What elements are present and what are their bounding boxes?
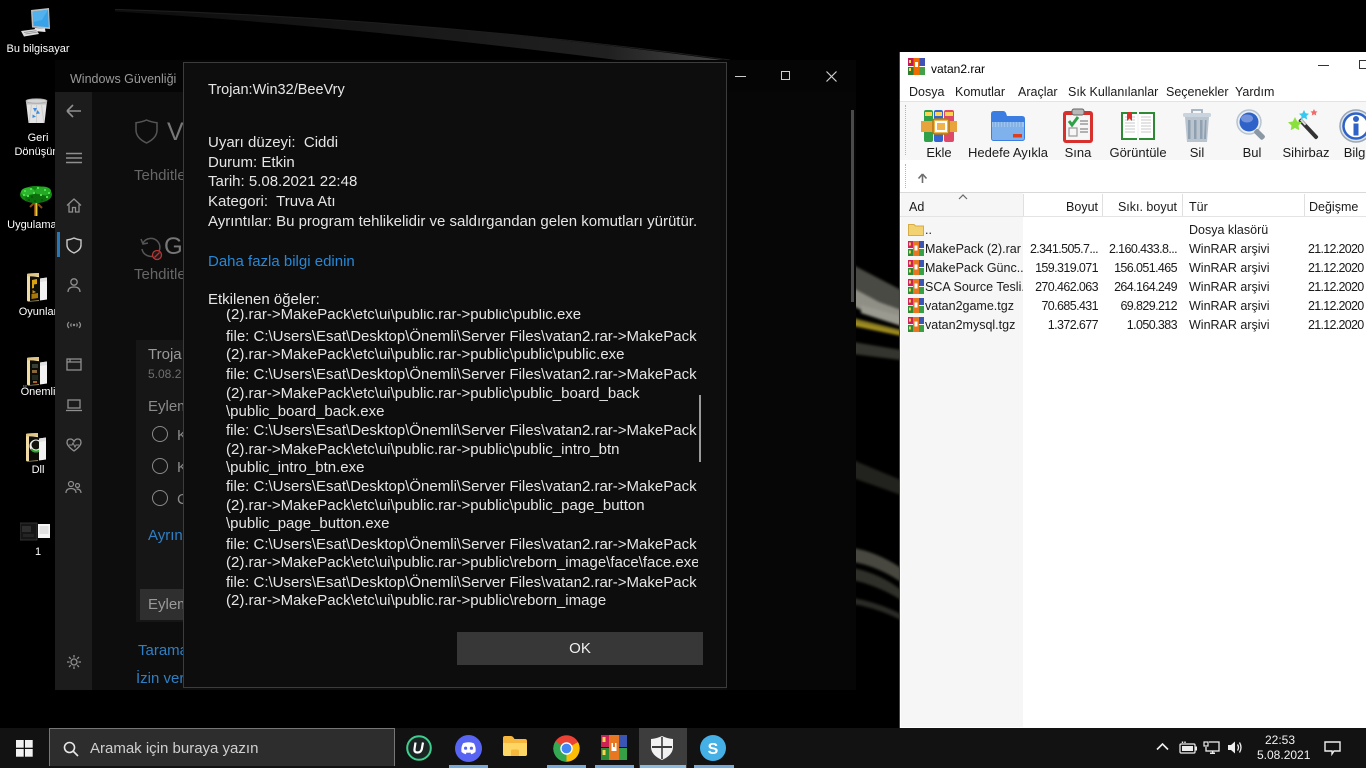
- svg-text:S: S: [708, 741, 719, 758]
